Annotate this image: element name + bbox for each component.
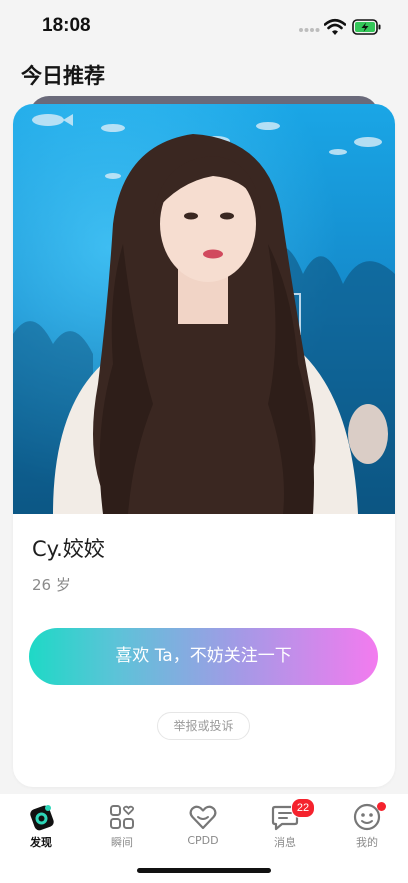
home-indicator: [137, 868, 271, 873]
user-name: Cy.姣姣: [32, 537, 105, 561]
recommendation-card[interactable]: Cy.姣姣 26 岁 喜欢 Ta，不妨关注一下 举报或投诉: [13, 104, 395, 787]
wifi-icon: [324, 18, 346, 35]
report-button[interactable]: 举报或投诉: [157, 712, 250, 740]
tab-messages[interactable]: 22 消息: [255, 798, 315, 849]
moments-grid-icon: [110, 805, 135, 829]
battery-charging-icon: [352, 19, 381, 35]
app-screen: 18:08 今日推荐 Cy.姣姣 26 岁 喜欢 Ta，不妨关注一下 举报或投诉…: [0, 0, 408, 883]
signal-dots-icon: [299, 28, 320, 32]
user-age: 26 岁: [32, 576, 71, 594]
heart-icon: [189, 805, 217, 830]
tab-label: 瞬间: [111, 836, 133, 849]
discover-icon: [30, 805, 54, 831]
tab-label: 消息: [274, 836, 296, 849]
tab-label: CPDD: [187, 834, 219, 847]
follow-like-button[interactable]: 喜欢 Ta，不妨关注一下: [29, 628, 378, 685]
tab-label: 发现: [30, 836, 52, 849]
tab-label: 我的: [356, 836, 378, 849]
tab-discover[interactable]: 发现: [11, 802, 71, 849]
portrait-photo-image: [13, 104, 395, 514]
tab-profile[interactable]: 我的: [337, 802, 397, 849]
status-time: 18:08: [42, 15, 91, 36]
tab-moments[interactable]: 瞬间: [92, 802, 152, 849]
page-title: 今日推荐: [21, 64, 105, 88]
status-bar: 18:08: [0, 0, 408, 54]
tab-cpdd[interactable]: CPDD: [173, 802, 233, 848]
message-count-badge: 22: [291, 798, 315, 818]
portrait-photo[interactable]: [13, 104, 395, 514]
notification-dot: [377, 802, 386, 811]
